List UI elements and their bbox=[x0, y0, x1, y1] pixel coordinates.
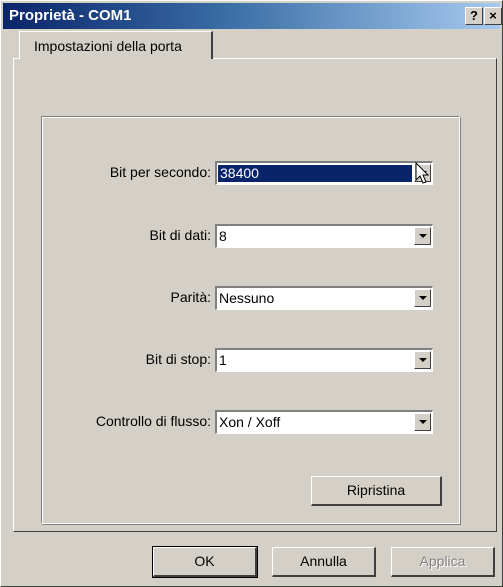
data-bits-value: 8 bbox=[219, 228, 227, 244]
flow-control-value: Xon / Xoff bbox=[219, 414, 281, 430]
window-title: Proprietà - COM1 bbox=[9, 7, 132, 24]
baud-rate-select[interactable]: 38400 bbox=[215, 161, 433, 185]
stop-bits-value: 1 bbox=[219, 352, 227, 368]
chevron-down-icon[interactable] bbox=[414, 413, 431, 431]
chevron-down-icon[interactable] bbox=[414, 289, 431, 307]
restore-defaults-button[interactable]: Ripristina bbox=[311, 476, 442, 506]
parity-label: Parità: bbox=[170, 289, 211, 305]
properties-dialog: Proprietà - COM1 ? × Impostazioni della … bbox=[0, 0, 503, 587]
stop-bits-label: Bit di stop: bbox=[145, 351, 211, 367]
parity-value: Nessuno bbox=[219, 290, 275, 306]
flow-control-select[interactable]: Xon / Xoff bbox=[215, 410, 433, 434]
flow-control-label: Controllo di flusso: bbox=[95, 413, 211, 429]
data-bits-label: Bit di dati: bbox=[149, 227, 211, 243]
baud-rate-label: Bit per secondo: bbox=[109, 164, 211, 180]
ok-button[interactable]: OK bbox=[152, 546, 258, 578]
cancel-button[interactable]: Annulla bbox=[272, 547, 376, 577]
title-bar[interactable]: Proprietà - COM1 ? × bbox=[3, 3, 502, 29]
data-bits-select[interactable]: 8 bbox=[215, 224, 433, 248]
chevron-down-icon[interactable] bbox=[414, 227, 431, 245]
baud-rate-value: 38400 bbox=[218, 165, 412, 182]
parity-select[interactable]: Nessuno bbox=[215, 286, 433, 310]
chevron-down-icon[interactable] bbox=[414, 351, 431, 369]
stop-bits-select[interactable]: 1 bbox=[215, 348, 433, 372]
apply-button[interactable]: Applica bbox=[391, 547, 495, 577]
help-button[interactable]: ? bbox=[465, 7, 483, 25]
tab-port-settings[interactable]: Impostazioni della porta bbox=[19, 31, 213, 59]
tab-label: Impostazioni della porta bbox=[34, 38, 182, 54]
mouse-pointer-icon bbox=[415, 162, 430, 184]
close-button[interactable]: × bbox=[484, 7, 502, 25]
